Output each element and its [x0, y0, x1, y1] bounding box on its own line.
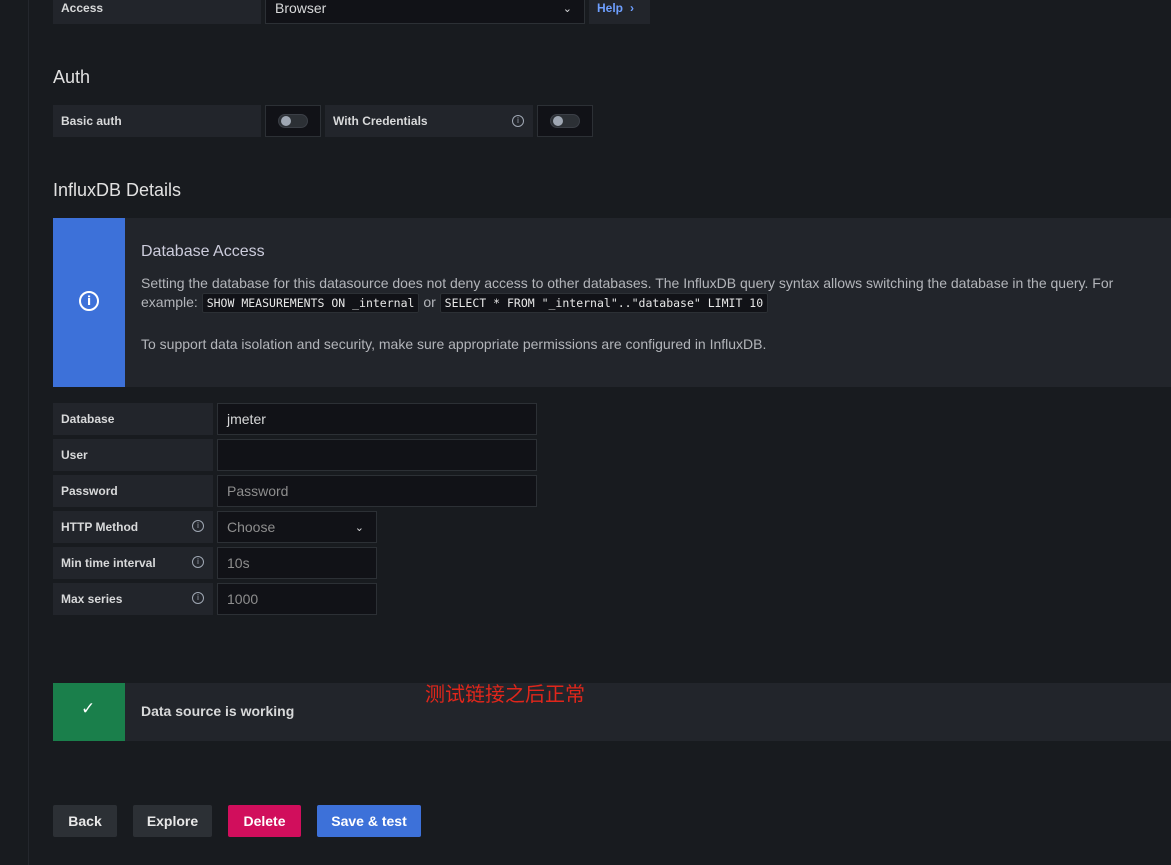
help-button[interactable]: Help › — [589, 0, 650, 24]
delete-button[interactable]: Delete — [228, 805, 301, 837]
code-snippet-2: SELECT * FROM "_internal".."database" LI… — [439, 293, 769, 313]
password-label-text: Password — [61, 484, 118, 498]
check-icon: ✓ — [81, 699, 96, 719]
toggle-knob — [281, 116, 291, 126]
password-label: Password — [53, 475, 213, 507]
database-access-alert: i Database Access Setting the database f… — [53, 218, 1171, 387]
info-circle-icon: i — [79, 291, 99, 311]
alert-or-text: or — [423, 294, 436, 310]
with-credentials-toggle[interactable] — [550, 114, 580, 128]
min-time-interval-label-text: Min time interval — [61, 556, 156, 570]
basic-auth-toggle[interactable] — [278, 114, 308, 128]
alert-text-2: example: SHOW MEASUREMENTS ON _internal … — [141, 292, 769, 314]
min-time-interval-input[interactable]: 10s — [217, 547, 377, 579]
alert-text-3: To support data isolation and security, … — [141, 336, 767, 352]
basic-auth-label: Basic auth — [53, 105, 261, 137]
user-input[interactable] — [217, 439, 537, 471]
status-icon-bar: ✓ — [53, 683, 125, 741]
alert-title: Database Access — [141, 243, 265, 260]
access-label-text: Access — [61, 1, 104, 15]
info-icon[interactable]: i — [192, 592, 204, 604]
user-label: User — [53, 439, 213, 471]
alert-icon-bar: i — [53, 218, 125, 387]
status-alert: ✓ Data source is working — [53, 683, 1171, 741]
http-method-placeholder: Choose — [227, 519, 276, 535]
database-input[interactable]: jmeter — [217, 403, 537, 435]
http-method-label: HTTP Method — [53, 511, 213, 543]
basic-auth-label-text: Basic auth — [61, 114, 122, 128]
save-test-button[interactable]: Save & test — [317, 805, 421, 837]
http-method-select[interactable]: Choose ⌄ — [217, 511, 377, 543]
status-message: Data source is working — [141, 703, 295, 719]
code-snippet-1: SHOW MEASUREMENTS ON _internal — [201, 293, 420, 313]
influxdb-section-title: InfluxDB Details — [53, 180, 182, 200]
sidebar-strip — [0, 0, 29, 865]
chevron-right-icon: › — [630, 1, 635, 15]
password-input[interactable]: Password — [217, 475, 537, 507]
auth-section-title: Auth — [53, 67, 91, 87]
http-method-label-text: HTTP Method — [61, 520, 139, 534]
max-series-label-text: Max series — [61, 592, 123, 606]
access-select-value: Browser — [275, 0, 327, 16]
alert-example-label: example: — [141, 294, 198, 310]
back-button[interactable]: Back — [53, 805, 117, 837]
with-credentials-label-text: With Credentials — [333, 114, 428, 128]
basic-auth-toggle-box — [265, 105, 321, 137]
database-label: Database — [53, 403, 213, 435]
info-icon[interactable]: i — [192, 556, 204, 568]
toggle-knob — [553, 116, 563, 126]
database-input-value: jmeter — [227, 411, 266, 427]
with-credentials-label: With Credentials — [325, 105, 533, 137]
alert-text-1: Setting the database for this datasource… — [141, 275, 1114, 291]
with-credentials-toggle-box — [537, 105, 593, 137]
info-icon[interactable]: i — [512, 115, 524, 127]
database-label-text: Database — [61, 412, 115, 426]
chevron-down-icon: ⌄ — [354, 521, 364, 534]
access-select[interactable]: Browser ⌄ — [265, 0, 585, 24]
explore-button[interactable]: Explore — [133, 805, 212, 837]
password-placeholder: Password — [227, 483, 289, 499]
annotation-text: 测试链接之后正常 — [425, 682, 585, 706]
info-icon[interactable]: i — [192, 520, 204, 532]
max-series-input[interactable]: 1000 — [217, 583, 377, 615]
help-label: Help — [597, 1, 624, 15]
min-time-interval-placeholder: 10s — [227, 555, 250, 571]
min-time-interval-label: Min time interval — [53, 547, 213, 579]
access-label: Access — [53, 0, 261, 24]
max-series-placeholder: 1000 — [227, 591, 259, 607]
max-series-label: Max series — [53, 583, 213, 615]
chevron-down-icon: ⌄ — [562, 2, 572, 15]
main-content: Access Browser ⌄ Help › Auth Basic auth … — [29, 0, 1171, 865]
user-label-text: User — [61, 448, 88, 462]
